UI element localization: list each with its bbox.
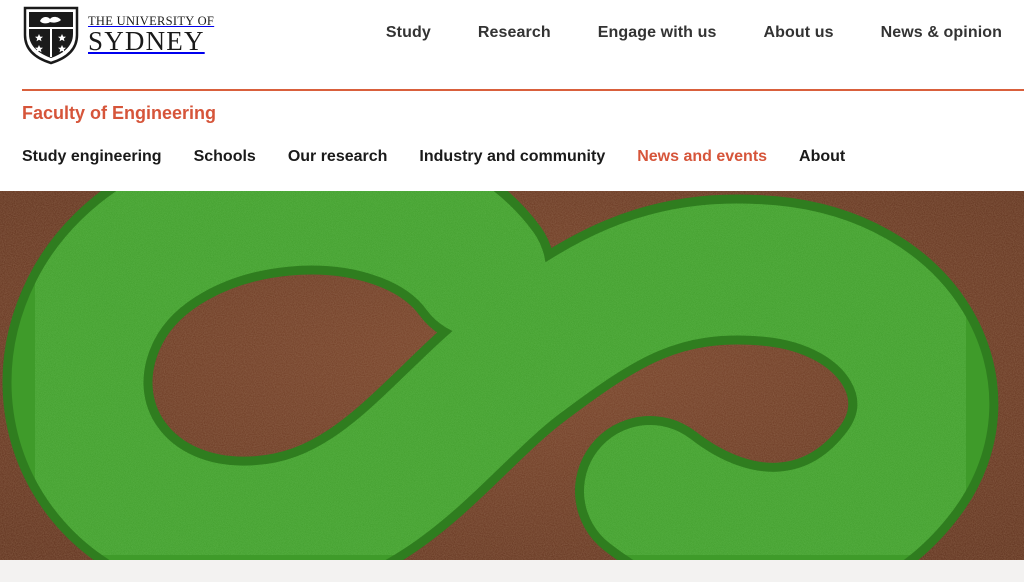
nav-news-opinion[interactable]: News & opinion: [881, 24, 1002, 42]
page-content-start: [0, 560, 1024, 582]
header-divider: [22, 89, 1024, 91]
subnav-our-research[interactable]: Our research: [288, 148, 388, 166]
logo-line-2: SYDNEY: [88, 26, 205, 57]
faculty-title[interactable]: Faculty of Engineering: [22, 103, 216, 124]
university-logo[interactable]: THE UNIVERSITY OF SYDNEY: [22, 5, 214, 65]
nav-research[interactable]: Research: [478, 24, 551, 42]
nav-engage-with-us[interactable]: Engage with us: [598, 24, 717, 42]
main-nav: Study Research Engage with us About us N…: [386, 24, 1002, 42]
nav-about-us[interactable]: About us: [763, 24, 833, 42]
grass-infinity-image: [0, 191, 1024, 560]
logo-wordmark: THE UNIVERSITY OF SYDNEY: [88, 15, 214, 56]
subnav-industry-community[interactable]: Industry and community: [419, 148, 605, 166]
site-header: THE UNIVERSITY OF SYDNEY Study Research …: [0, 0, 1024, 91]
crest-icon: [23, 6, 79, 65]
subnav-about[interactable]: About: [799, 148, 845, 166]
subnav-schools[interactable]: Schools: [194, 148, 256, 166]
subnav-study-engineering[interactable]: Study engineering: [22, 148, 162, 166]
faculty-subnav: Study engineering Schools Our research I…: [22, 148, 845, 166]
hero-image: [0, 191, 1024, 560]
nav-study[interactable]: Study: [386, 24, 431, 42]
subnav-news-events[interactable]: News and events: [637, 148, 767, 166]
